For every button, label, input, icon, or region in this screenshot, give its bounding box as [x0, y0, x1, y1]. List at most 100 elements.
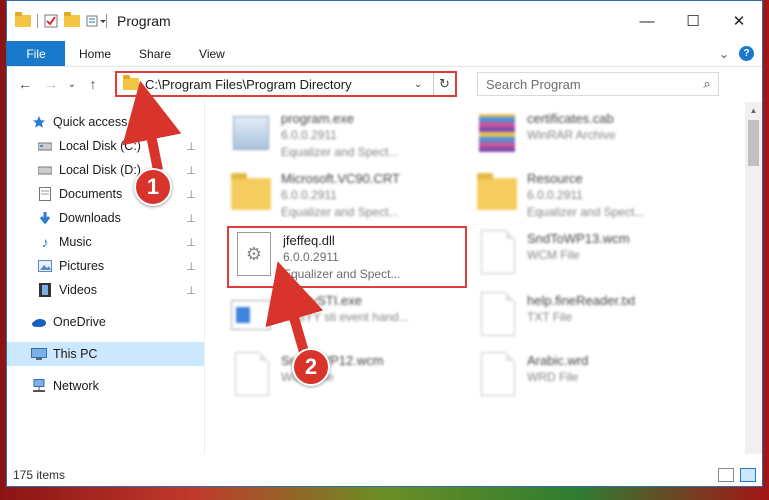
details-view-icon[interactable] [718, 468, 734, 482]
sidebar-item-videos[interactable]: Videos ⊥ [7, 278, 204, 302]
sidebar-item-quick-access[interactable]: Quick access [7, 110, 204, 134]
close-button[interactable]: ✕ [716, 1, 762, 41]
sidebar-item-documents[interactable]: Documents ⊥ [7, 182, 204, 206]
music-icon: ♪ [41, 234, 49, 250]
file-name: jfeffeq.dll [283, 233, 335, 248]
sidebar-item-label: Music [59, 235, 92, 249]
document-icon [477, 352, 519, 398]
file-name: Microsoft.VC90.CRT [281, 171, 400, 186]
pin-icon: ⊥ [186, 284, 196, 297]
maximize-button[interactable]: ☐ [670, 1, 716, 41]
file-name: SndToWP13.wcm [527, 231, 630, 246]
callout-step-1: 1 [134, 168, 172, 206]
document-icon [231, 352, 273, 398]
exe-icon [231, 110, 273, 156]
file-name: program.exe [281, 111, 354, 126]
explorer-window: Program — ☐ ✕ File Home Share View ⌄ ? ←… [6, 0, 763, 487]
folder-icon [15, 12, 31, 27]
window-title: Program [117, 13, 171, 29]
sidebar-item-music[interactable]: ♪ Music ⊥ [7, 230, 204, 254]
search-placeholder[interactable]: Search Program [486, 77, 696, 92]
address-dropdown-icon[interactable]: ⌄ [409, 79, 427, 90]
search-icon[interactable]: ⌕ [696, 76, 718, 92]
sidebar-item-network[interactable]: Network [7, 374, 204, 398]
refresh-button[interactable]: ↻ [433, 73, 455, 95]
sidebar-item-local-disk-c[interactable]: Local Disk (C:) ⊥ [7, 134, 204, 158]
minimize-button[interactable]: — [624, 1, 670, 41]
status-bar: 175 items [7, 464, 762, 486]
tiles-view-icon[interactable] [740, 468, 756, 482]
file-meta: WRD File [527, 370, 579, 384]
search-input[interactable]: Search Program ⌕ [477, 72, 719, 96]
file-name: AbbyySTI.exe [281, 293, 362, 308]
folder-icon [477, 170, 519, 216]
sidebar-item-label: Videos [59, 283, 97, 297]
tab-view[interactable]: View [185, 41, 239, 66]
item-count: 175 items [13, 468, 66, 482]
tab-file[interactable]: File [7, 41, 65, 66]
scroll-thumb[interactable] [748, 120, 759, 166]
sidebar-item-label: Downloads [59, 211, 121, 225]
file-meta: 6.0.0.2911 [281, 128, 337, 142]
file-meta: WinRAR Archive [527, 128, 616, 142]
document-icon [477, 230, 519, 276]
cloud-icon [31, 315, 47, 329]
drive-icon [37, 163, 53, 177]
file-meta: WCM File [527, 248, 580, 262]
file-meta: Equalizer and Spect... [283, 267, 401, 281]
forward-button[interactable]: → [41, 76, 61, 92]
navigation-pane: Quick access Local Disk (C:) ⊥ Local Dis… [7, 102, 205, 454]
downloads-icon [37, 211, 53, 225]
help-icon[interactable]: ? [739, 46, 754, 61]
sidebar-item-onedrive[interactable]: OneDrive [7, 310, 204, 334]
sidebar-item-label: Documents [59, 187, 123, 201]
properties-icon[interactable] [44, 14, 58, 28]
sidebar-item-downloads[interactable]: Downloads ⊥ [7, 206, 204, 230]
expand-ribbon-icon[interactable]: ⌄ [719, 47, 729, 61]
app-icon [231, 292, 273, 338]
ribbon-tabs: File Home Share View ⌄ ? [7, 41, 762, 67]
sidebar-item-this-pc[interactable]: This PC [7, 342, 204, 366]
documents-icon [37, 187, 53, 201]
document-icon [477, 292, 519, 338]
address-bar[interactable]: C:\Program Files\Program Directory ⌄ ↻ [115, 71, 457, 97]
file-item[interactable]: SndToWP13.wcm WCM File [473, 226, 709, 282]
file-item[interactable]: certificates.cab WinRAR Archive [473, 106, 709, 162]
sidebar-item-pictures[interactable]: Pictures ⊥ [7, 254, 204, 278]
file-item[interactable]: Resource 6.0.0.2911 Equalizer and Spect.… [473, 166, 709, 222]
address-row: ← → ⌄ ↑ C:\Program Files\Program Directo… [7, 67, 762, 101]
file-item[interactable]: AbbyySTI.exe ABBYY sti event hand... [227, 288, 463, 344]
drive-icon [37, 139, 53, 153]
sidebar-item-label: Pictures [59, 259, 105, 273]
sidebar-item-label: Local Disk (D:) [59, 163, 141, 177]
window-controls: — ☐ ✕ [624, 1, 762, 41]
title-bar: Program — ☐ ✕ [7, 1, 762, 41]
file-meta: Equalizer and Spect... [527, 205, 645, 219]
sidebar-item-local-disk-d[interactable]: Local Disk (D:) ⊥ [7, 158, 204, 182]
tab-home[interactable]: Home [65, 41, 125, 66]
file-list: program.exe 6.0.0.2911 Equalizer and Spe… [205, 102, 762, 486]
tab-share[interactable]: Share [125, 41, 185, 66]
file-item[interactable]: program.exe 6.0.0.2911 Equalizer and Spe… [227, 106, 463, 162]
file-item[interactable]: help.fineReader.txt TXT File [473, 288, 709, 344]
file-name: Arabic.wrd [527, 353, 589, 368]
vertical-scrollbar[interactable]: ▲ [745, 102, 762, 454]
quick-access-toolbar [7, 12, 107, 28]
file-item[interactable]: Arabic.wrd WRD File [473, 348, 709, 404]
videos-icon [37, 283, 53, 297]
new-folder-icon[interactable] [64, 12, 80, 27]
customize-toolbar-icon[interactable] [86, 14, 106, 28]
file-name: Resource [527, 171, 583, 186]
recent-locations-button[interactable]: ⌄ [67, 79, 77, 90]
separator [106, 14, 107, 28]
file-meta: TXT File [527, 310, 573, 324]
scroll-up-icon[interactable]: ▲ [745, 102, 762, 119]
callout-step-2: 2 [292, 348, 330, 386]
file-item[interactable]: SndToWP12.wcm WCM File [227, 348, 463, 404]
up-button[interactable]: ↑ [83, 76, 103, 92]
ribbon-right: ⌄ ? [719, 41, 762, 66]
file-item-jfeffeq-dll[interactable]: ⚙ jfeffeq.dll 6.0.0.2911 Equalizer and S… [227, 226, 467, 288]
back-button[interactable]: ← [15, 76, 35, 92]
address-path[interactable]: C:\Program Files\Program Directory [145, 77, 352, 92]
file-item[interactable]: Microsoft.VC90.CRT 6.0.0.2911 Equalizer … [227, 166, 463, 222]
